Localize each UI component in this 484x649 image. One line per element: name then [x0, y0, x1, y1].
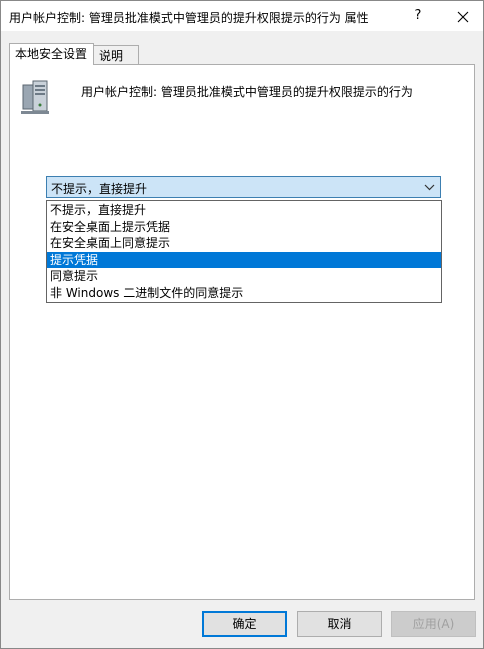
close-button[interactable]: [445, 1, 481, 31]
settings-panel: [9, 64, 475, 600]
ok-button[interactable]: 确定: [202, 611, 287, 637]
title-bar: 用户帐户控制: 管理员批准模式中管理员的提升权限提示的行为 属性 ?: [1, 1, 483, 31]
dropdown-option[interactable]: 同意提示: [47, 268, 441, 285]
policy-name: 用户帐户控制: 管理员批准模式中管理员的提升权限提示的行为: [81, 85, 413, 99]
dropdown-option[interactable]: 在安全桌面上同意提示: [47, 235, 441, 252]
dropdown-option[interactable]: 在安全桌面上提示凭据: [47, 219, 441, 236]
dropdown-option[interactable]: 不提示，直接提升: [47, 202, 441, 219]
behavior-select[interactable]: 不提示，直接提升: [46, 176, 441, 198]
close-icon: [457, 11, 469, 22]
cancel-button[interactable]: 取消: [297, 611, 382, 637]
select-current-value: 不提示，直接提升: [51, 182, 148, 196]
chevron-down-icon: [424, 184, 435, 191]
tab-explain[interactable]: 说明: [94, 45, 139, 65]
apply-button[interactable]: 应用(A): [391, 611, 476, 637]
help-button[interactable]: ?: [403, 1, 433, 31]
dropdown-option-highlighted[interactable]: 提示凭据: [47, 251, 441, 268]
dropdown-option[interactable]: 非 Windows 二进制文件的同意提示: [47, 285, 441, 302]
server-computer-icon: [21, 80, 49, 114]
tab-local-security-setting[interactable]: 本地安全设置: [9, 43, 94, 65]
dropdown-list: 不提示，直接提升 在安全桌面上提示凭据 在安全桌面上同意提示 提示凭据 同意提示…: [46, 200, 442, 303]
window-title: 用户帐户控制: 管理员批准模式中管理员的提升权限提示的行为 属性: [9, 11, 369, 25]
properties-dialog: 用户帐户控制: 管理员批准模式中管理员的提升权限提示的行为 属性 ? 本地安全设…: [0, 0, 484, 649]
